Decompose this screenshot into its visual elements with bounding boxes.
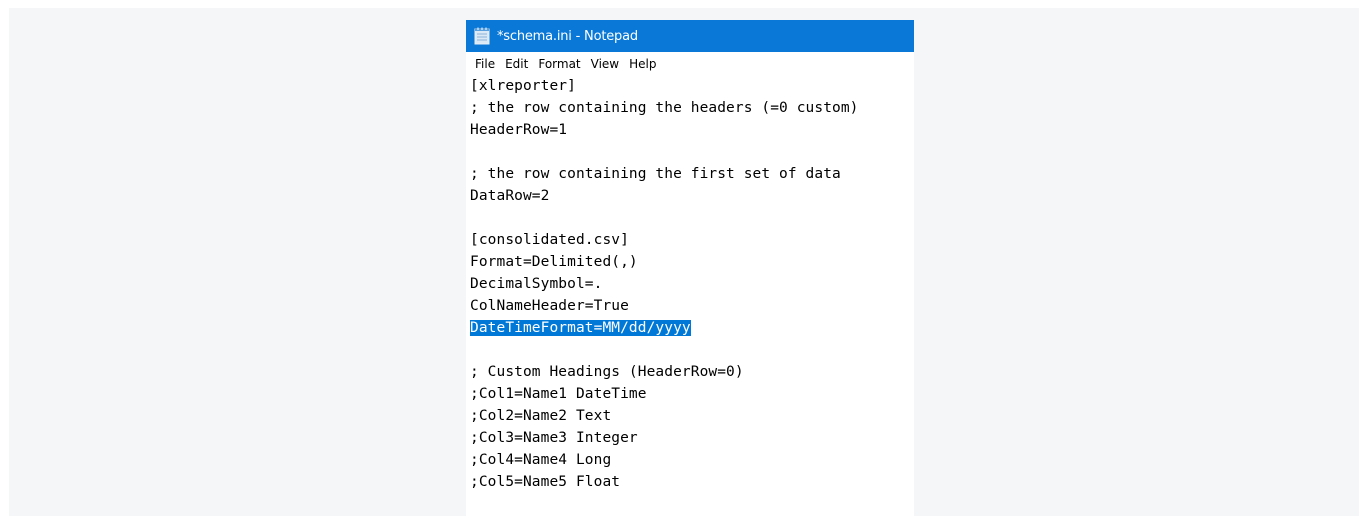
title-bar[interactable]: *schema.ini - Notepad [466,20,914,52]
text-selection: DateTimeFormat=MM/dd/yyyy [470,320,691,336]
selected-editor-line: DateTimeFormat=MM/dd/yyyy [470,317,914,339]
editor-line: DecimalSymbol=. [470,276,603,292]
text-editor[interactable]: [xlreporter] ; the row containing the he… [470,75,914,516]
editor-line: ; the row containing the first set of da… [470,166,841,182]
menu-bar: File Edit Format View Help [466,52,914,75]
editor-line: ; Custom Headings (HeaderRow=0) [470,364,744,380]
editor-line: ColNameHeader=True [470,298,629,314]
menu-file[interactable]: File [470,55,500,72]
menu-format[interactable]: Format [533,55,585,72]
editor-line: ;Col1=Name1 DateTime [470,386,647,402]
editor-line: ;Col3=Name3 Integer [470,430,638,446]
editor-line: HeaderRow=1 [470,122,568,138]
editor-line: ;Col2=Name2 Text [470,408,612,424]
editor-line: [xlreporter] [470,78,576,94]
menu-edit[interactable]: Edit [500,55,533,72]
menu-help[interactable]: Help [624,55,661,72]
notepad-icon [474,27,490,45]
window-title: *schema.ini - Notepad [497,28,638,44]
editor-line: ;Col5=Name5 Float [470,474,621,490]
editor-line: DataRow=2 [470,188,550,204]
notepad-window: *schema.ini - Notepad File Edit Format V… [466,20,914,516]
editor-line: ; the row containing the headers (=0 cus… [470,100,859,116]
page-background: *schema.ini - Notepad File Edit Format V… [9,8,1359,516]
editor-line: Format=Delimited(,) [470,254,638,270]
editor-line: [consolidated.csv] [470,232,629,248]
editor-line: ;Col4=Name4 Long [470,452,612,468]
menu-view[interactable]: View [586,55,624,72]
